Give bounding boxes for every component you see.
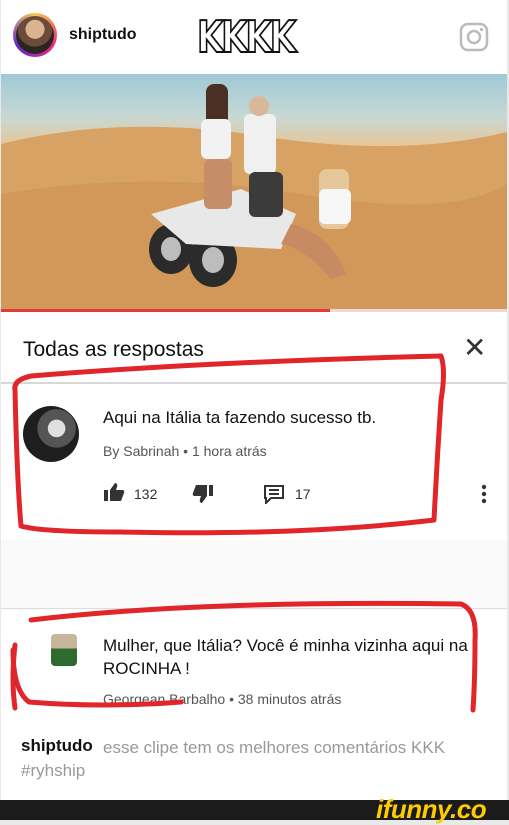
video-still[interactable] (1, 74, 507, 311)
post-card: shiptudo KKKK Todas as respostas ✕ Aqui … (1, 0, 507, 800)
instagram-icon[interactable] (459, 22, 489, 52)
caption-username[interactable]: shiptudo (21, 736, 93, 756)
red-highlight-mark (10, 600, 478, 713)
video-progress-fill (1, 309, 330, 312)
post-username[interactable]: shiptudo (69, 26, 137, 44)
watermark-logo: ifunny.co (376, 794, 487, 824)
overlay-text: KKKK (196, 12, 297, 63)
post-header: shiptudo KKKK (1, 0, 507, 74)
profile-avatar[interactable] (13, 13, 57, 57)
desert-scene-image (1, 84, 507, 311)
red-highlight-mark (12, 353, 446, 536)
avatar-image (16, 16, 54, 54)
